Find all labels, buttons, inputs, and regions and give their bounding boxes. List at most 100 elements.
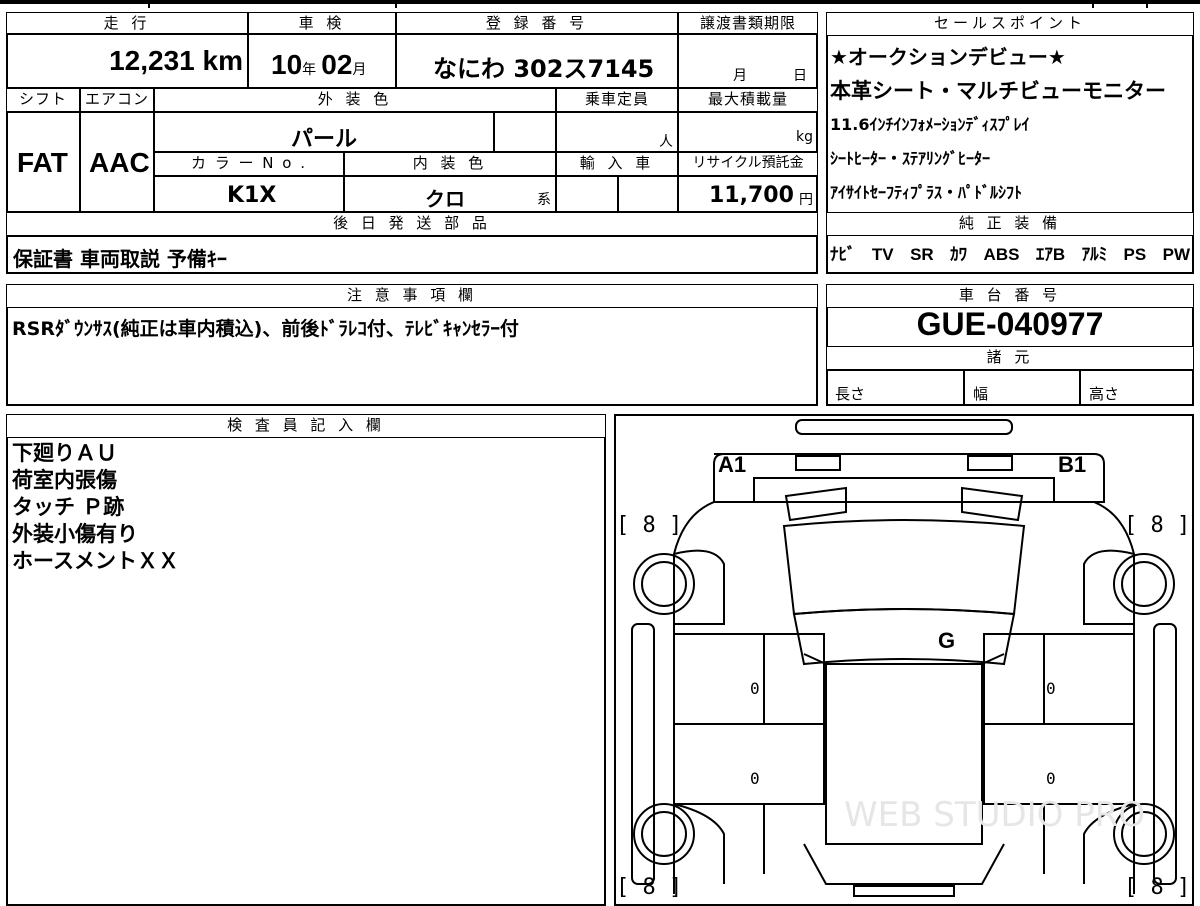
notes-value: RSRﾀﾞｳﾝｻｽ(純正は車内積込)、前後ﾄﾞﾗﾚｺ付、ﾃﾚﾋﾞｷｬﾝｾﾗｰ付: [12, 318, 519, 340]
top-border: [0, 0, 1200, 4]
tire-bl: [ 8 ]: [616, 875, 682, 900]
mileage-cell: 12,231 km: [6, 34, 248, 88]
chassis-label: 車 台 番 号: [826, 284, 1194, 308]
door-count: 0: [1046, 679, 1056, 698]
recycle-cell: 11,700 円: [678, 176, 818, 212]
chassis-value: GUE-040977: [916, 306, 1104, 342]
width-cell: 幅: [964, 370, 1080, 406]
import-sub-cell: [618, 176, 678, 212]
max-load-label: 最大積載量: [678, 88, 818, 112]
shift-value: FAT: [17, 147, 68, 178]
max-load-unit: kg: [796, 129, 813, 145]
sales-point-line: 本革シート・マルチビューモニター: [830, 79, 1166, 103]
registration-value: なにわ 302ス7145: [433, 55, 655, 83]
interior-color-value: クロ: [425, 187, 465, 211]
registration-label: 登 録 番 号: [396, 12, 678, 34]
later-shipping-label: 後 日 発 送 部 品: [6, 212, 818, 236]
equipment-item: PS: [1123, 245, 1147, 264]
interior-color-suffix: 系: [537, 192, 551, 208]
equipment-item: ｱﾙﾐ: [1081, 245, 1108, 264]
height-label: 高さ: [1089, 385, 1120, 403]
door-count: 0: [750, 679, 760, 698]
tire-br: [ 8 ]: [1124, 875, 1190, 900]
transfer-day-unit: 日: [793, 68, 807, 84]
equipment-item: TV: [871, 245, 894, 264]
inspection-month: 02: [321, 49, 353, 80]
exterior-color-sub-cell: [494, 112, 556, 152]
width-label: 幅: [973, 385, 989, 403]
equipment-item: ｶﾜ: [950, 245, 968, 264]
equipment-item: ｴｱB: [1035, 245, 1066, 264]
sales-point-line: ★オークションデビュー★: [830, 45, 1066, 69]
equipment-label: 純 正 装 備: [826, 212, 1194, 236]
mark-b1: B1: [1058, 452, 1086, 477]
interior-color-label: 内 装 色: [344, 152, 556, 176]
recycle-unit: 円: [799, 192, 813, 208]
mileage-value: 12,231 km: [109, 45, 243, 76]
equipment-list: ﾅﾋﾞ TV SR ｶﾜ ABS ｴｱB ｱﾙﾐ PS PW: [830, 240, 1190, 270]
dimensions-label: 諸 元: [826, 346, 1194, 370]
recycle-value: 11,700: [709, 183, 794, 208]
inspector-notes: 下廻りＡＵ 荷室内張傷 タッチ Ｐ跡 外装小傷有り ホースメントＸＸ: [12, 440, 592, 575]
sales-point-line: ｱｲｻｲﾄｾｰﾌﾃｨﾌﾟﾗｽ・ﾊﾟﾄﾞﾙｼﾌﾄ: [830, 183, 1023, 202]
equipment-item: ABS: [983, 245, 1020, 264]
inspection-label: 車 検: [248, 12, 396, 34]
top-tick: [1092, 0, 1094, 8]
mark-g: G: [938, 628, 955, 653]
aircon-cell: AAC: [80, 112, 154, 212]
inspector-line: 外装小傷有り: [12, 522, 138, 546]
import-cell: [556, 176, 618, 212]
exterior-color-cell: パール: [154, 112, 494, 152]
length-label: 長さ: [835, 385, 866, 403]
watermark: WEB STUDIO PRO: [844, 795, 1145, 835]
car-diagram: A1 B1 G [ 8 ] [ 8 ] [ 8 ] [ 8 ] 0 0 0 0 …: [616, 419, 1190, 900]
tire-tr: [ 8 ]: [1124, 513, 1190, 538]
recycle-label: リサイクル預託金: [678, 152, 818, 176]
sales-point-line: 11.6ｲﾝﾁｲﾝﾌｫﾒｰｼｮﾝﾃﾞｨｽﾌﾟﾚｲ: [830, 115, 1030, 134]
inspector-line: タッチ Ｐ跡: [12, 495, 125, 519]
door-count: 0: [750, 769, 760, 788]
equipment-item: PW: [1162, 245, 1190, 264]
registration-cell: なにわ 302ス7145: [396, 34, 678, 88]
interior-color-cell: クロ 系: [344, 176, 556, 212]
inspector-label: 検 査 員 記 入 欄: [6, 414, 606, 438]
equipment-item: ﾅﾋﾞ: [830, 245, 856, 264]
sales-points-label: セールスポイント: [826, 12, 1194, 36]
mileage-label: 走 行: [6, 12, 248, 34]
equipment-item: SR: [910, 245, 934, 264]
length-cell: 長さ: [826, 370, 964, 406]
inspection-cell: 10年 02月: [248, 34, 396, 88]
notes-label: 注 意 事 項 欄: [6, 284, 818, 308]
top-tick: [148, 0, 150, 8]
inspector-line: 荷室内張傷: [12, 468, 117, 492]
capacity-cell: 人: [556, 112, 678, 152]
transfer-month-unit: 月: [733, 68, 747, 84]
shift-label: シフト: [6, 88, 80, 112]
tire-tl: [ 8 ]: [616, 513, 682, 538]
height-cell: 高さ: [1080, 370, 1194, 406]
inspection-year: 10: [271, 49, 303, 80]
color-no-cell: K1X: [154, 176, 344, 212]
month-unit: 月: [352, 62, 367, 78]
shift-cell: FAT: [6, 112, 80, 212]
capacity-label: 乗車定員: [556, 88, 678, 112]
import-label: 輸 入 車: [556, 152, 678, 176]
aircon-label: エアコン: [80, 88, 154, 112]
top-tick: [1146, 0, 1148, 8]
transfer-deadline-cell: 月 日: [678, 34, 818, 88]
color-no-value: K1X: [227, 183, 277, 208]
exterior-color-label: 外 装 色: [154, 88, 556, 112]
inspector-line: 下廻りＡＵ: [12, 441, 117, 465]
transfer-deadline-label: 譲渡書類期限: [678, 12, 818, 34]
mark-a1: A1: [718, 452, 746, 477]
door-count: 0: [1046, 769, 1056, 788]
max-load-cell: kg: [678, 112, 818, 152]
year-unit: 年: [302, 62, 317, 78]
capacity-unit: 人: [659, 134, 673, 150]
exterior-color-value: パール: [291, 127, 358, 152]
inspector-line: ホースメントＸＸ: [12, 549, 179, 573]
sales-points-list: ★オークションデビュー★ 本革シート・マルチビューモニター 11.6ｲﾝﾁｲﾝﾌ…: [830, 40, 1190, 210]
later-shipping-cell: 保証書 車両取説 予備ｷｰ: [6, 236, 818, 274]
sales-point-line: ｼｰﾄﾋｰﾀｰ・ｽﾃｱﾘﾝｸﾞﾋｰﾀｰ: [830, 149, 991, 168]
aircon-value: AAC: [89, 147, 150, 178]
